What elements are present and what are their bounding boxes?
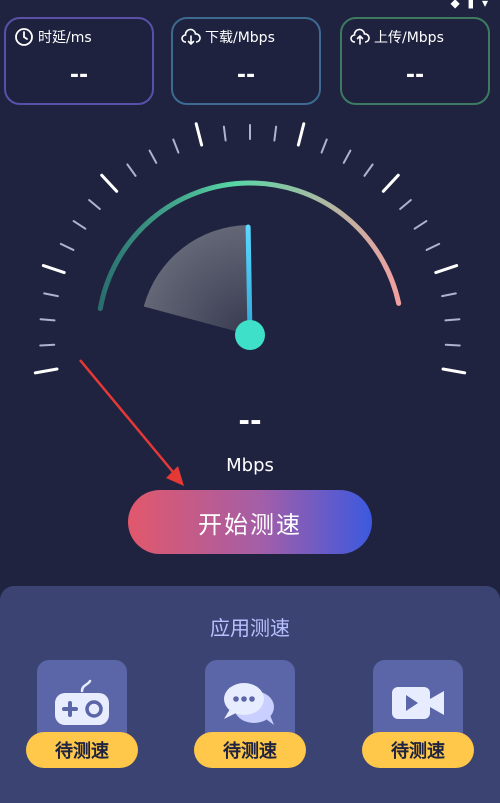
- status-pill[interactable]: 待测速: [26, 732, 138, 768]
- gauge-tick: [441, 367, 467, 375]
- gauge-tick: [39, 318, 56, 322]
- app-item-game[interactable]: 待测速: [26, 660, 138, 768]
- status-bar: ◆ ▮ ▾: [0, 0, 500, 12]
- latency-label: 时延/ms: [38, 30, 92, 46]
- gamepad-icon: [55, 679, 109, 725]
- download-label: 下载/Mbps: [205, 30, 275, 46]
- gauge-tick: [342, 149, 352, 164]
- app-item-chat[interactable]: 待测速: [194, 660, 306, 768]
- gauge-tick: [33, 367, 59, 375]
- cloud-upload-icon: [350, 28, 370, 45]
- gauge-tick: [222, 125, 227, 142]
- gauge-tick: [59, 242, 75, 251]
- gauge-tick: [194, 122, 204, 147]
- gauge-tick: [434, 264, 459, 275]
- gauge-needle: [245, 224, 253, 338]
- speed-unit: Mbps: [226, 455, 274, 476]
- gauge-tick: [273, 125, 278, 142]
- gauge-tick: [320, 138, 328, 154]
- gauge-tick: [425, 242, 441, 251]
- upload-card: 上传/Mbps --: [340, 17, 490, 105]
- gauge-tick: [39, 343, 56, 347]
- gauge-tick: [100, 173, 119, 193]
- gauge-tick: [43, 292, 59, 298]
- gauge-tick: [126, 163, 137, 177]
- app-speed-title: 应用测速: [210, 616, 290, 640]
- gauge-tick: [441, 292, 457, 298]
- start-test-button[interactable]: 开始测速: [128, 490, 372, 554]
- latency-card: 时延/ms --: [4, 17, 154, 105]
- app-speed-panel: 应用测速 待测速 待测速 待测速: [0, 586, 500, 803]
- gauge-tick: [72, 220, 87, 230]
- download-value: --: [236, 63, 256, 88]
- gauge-tick: [444, 343, 461, 347]
- chat-icon: [224, 683, 274, 725]
- speed-value: --: [238, 404, 262, 437]
- gauge-tick: [172, 138, 180, 154]
- cloud-download-icon: [181, 28, 201, 46]
- gauge-hub: [235, 320, 265, 350]
- status-icons: ◆ ▮ ▾: [450, 0, 490, 10]
- gauge-tick: [88, 199, 101, 211]
- gauge-tick: [381, 173, 400, 193]
- upload-value: --: [405, 63, 425, 88]
- gauge-tick: [41, 264, 66, 275]
- clock-icon: [15, 28, 33, 46]
- upload-label: 上传/Mbps: [374, 30, 444, 46]
- gauge-tick: [363, 163, 374, 177]
- app-item-video[interactable]: 待测速: [362, 660, 474, 768]
- gauge-sweep: [143, 225, 250, 335]
- gauge-tick: [296, 122, 306, 147]
- status-pill[interactable]: 待测速: [194, 732, 306, 768]
- gauge-tick: [399, 199, 412, 211]
- video-icon: [392, 687, 444, 719]
- gauge-tick: [444, 318, 461, 322]
- speed-gauge: [33, 122, 467, 375]
- latency-value: --: [69, 63, 89, 88]
- download-card: 下载/Mbps --: [171, 17, 321, 105]
- status-pill[interactable]: 待测速: [362, 732, 474, 768]
- gauge-tick: [148, 149, 158, 164]
- gauge-tick: [413, 220, 428, 230]
